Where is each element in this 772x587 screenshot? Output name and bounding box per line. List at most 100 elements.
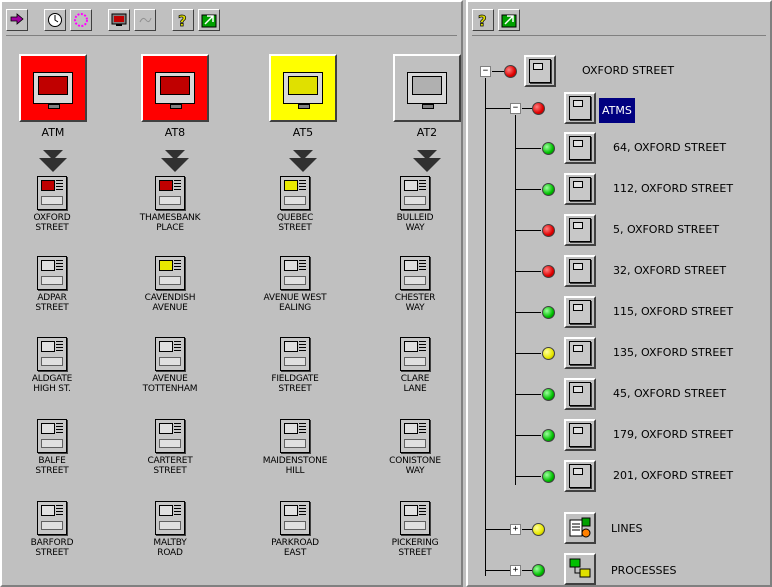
atm-item[interactable]: THAMESBANK PLACE xyxy=(120,176,220,233)
atm-icon[interactable] xyxy=(155,419,185,453)
atm-item[interactable]: AVENUE TOTTENHAM xyxy=(120,337,220,394)
atm-node-icon[interactable] xyxy=(564,296,596,328)
atm-icon[interactable] xyxy=(37,419,67,453)
atm-icon[interactable] xyxy=(280,419,310,453)
collapse-toggle[interactable]: − xyxy=(480,66,491,77)
status-led-icon xyxy=(532,523,545,536)
monitor-button[interactable] xyxy=(108,8,130,31)
atm-icon[interactable] xyxy=(400,501,430,535)
atm-item[interactable]: AVENUE WEST EALING xyxy=(245,256,345,313)
tree-atm-label[interactable]: 64, OXFORD STREET xyxy=(613,141,726,154)
atm-item[interactable]: BALFE STREET xyxy=(2,419,102,476)
atm-icon[interactable] xyxy=(155,176,185,210)
atm-item[interactable]: PARKROAD EAST xyxy=(245,501,345,558)
atm-icon[interactable] xyxy=(400,337,430,371)
exit-icon xyxy=(201,14,217,27)
atm-type-icon[interactable] xyxy=(141,54,209,122)
clock-button[interactable] xyxy=(44,8,66,31)
atm-item[interactable]: CHESTER WAY xyxy=(365,256,465,313)
down-arrow-icon xyxy=(413,150,441,172)
atm-type-icon[interactable] xyxy=(19,54,87,122)
atm-item[interactable]: ALDGATE HIGH ST. xyxy=(2,337,102,394)
down-arrow-icon xyxy=(161,150,189,172)
lines-node-icon[interactable] xyxy=(564,512,596,544)
atm-node-icon[interactable] xyxy=(564,255,596,287)
atm-icon[interactable] xyxy=(280,337,310,371)
tree-root-label[interactable]: OXFORD STREET xyxy=(582,64,674,77)
expand-toggle[interactable]: + xyxy=(510,524,521,535)
atm-item[interactable]: CONISTONE WAY xyxy=(365,419,465,476)
atm-node-icon[interactable] xyxy=(564,419,596,451)
atm-item[interactable]: QUEBEC STREET xyxy=(245,176,345,233)
tree-atm-label[interactable]: 112, OXFORD STREET xyxy=(613,182,733,195)
atm-item[interactable]: CLARE LANE xyxy=(365,337,465,394)
atm-type-label: AT2 xyxy=(416,126,438,139)
atm-icon[interactable] xyxy=(37,501,67,535)
question-mark-icon: ? xyxy=(478,12,487,28)
atm-item[interactable]: OXFORD STREET xyxy=(2,176,102,233)
atm-item[interactable]: MALTBY ROAD xyxy=(120,501,220,558)
atm-type-atm[interactable]: ATM xyxy=(18,54,88,139)
atm-icon[interactable] xyxy=(155,337,185,371)
atm-node-icon[interactable] xyxy=(564,460,596,492)
tree-atm-label[interactable]: 135, OXFORD STREET xyxy=(613,346,733,359)
atm-icon[interactable] xyxy=(37,337,67,371)
atm-node-icon[interactable] xyxy=(564,173,596,205)
tree-atms-label[interactable]: ATMS xyxy=(599,98,635,123)
exit-button[interactable] xyxy=(198,8,220,31)
tree-atm-label[interactable]: 115, OXFORD STREET xyxy=(613,305,733,318)
atm-node-icon[interactable] xyxy=(564,132,596,164)
atm-icon[interactable] xyxy=(280,176,310,210)
atm-label: OXFORD STREET xyxy=(33,213,71,233)
exit-button[interactable] xyxy=(498,8,520,31)
atm-icon[interactable] xyxy=(400,256,430,290)
svg-text:?: ? xyxy=(178,12,187,28)
expand-toggle[interactable]: + xyxy=(510,565,521,576)
atms-node-icon[interactable] xyxy=(564,92,596,124)
tree-atm-label[interactable]: 201, OXFORD STREET xyxy=(613,469,733,482)
atm-icon[interactable] xyxy=(155,256,185,290)
atm-icon[interactable] xyxy=(37,256,67,290)
atm-icon[interactable] xyxy=(155,501,185,535)
atm-item[interactable]: PICKERING STREET xyxy=(365,501,465,558)
atm-type-at5[interactable]: AT5 xyxy=(268,54,338,139)
atm-type-label: ATM xyxy=(41,126,65,139)
atm-item[interactable]: CAVENDISH AVENUE xyxy=(120,256,220,313)
atm-node-icon[interactable] xyxy=(564,337,596,369)
help-button[interactable]: ? xyxy=(172,8,194,31)
tree-atm-label[interactable]: 32, OXFORD STREET xyxy=(613,264,726,277)
status-led-icon xyxy=(542,265,555,278)
tree-atm-label[interactable]: 5, OXFORD STREET xyxy=(613,223,719,236)
atm-node-icon[interactable] xyxy=(564,214,596,246)
refresh-button[interactable] xyxy=(70,8,92,31)
processes-node-icon[interactable] xyxy=(564,553,596,585)
atm-type-icon[interactable] xyxy=(393,54,461,122)
tree-processes-label[interactable]: PROCESSES xyxy=(611,564,676,577)
tree-atm-label[interactable]: 45, OXFORD STREET xyxy=(613,387,726,400)
atm-item[interactable]: BARFORD STREET xyxy=(2,501,102,558)
atm-label: BULLEID WAY xyxy=(396,213,434,233)
atm-node-icon[interactable] xyxy=(524,55,556,87)
atm-item[interactable]: MAIDENSTONE HILL xyxy=(245,419,345,476)
atm-icon[interactable] xyxy=(280,501,310,535)
collapse-toggle[interactable]: − xyxy=(510,103,521,114)
link-button[interactable] xyxy=(134,8,156,31)
atm-type-at2[interactable]: AT2 xyxy=(392,54,462,139)
atm-icon[interactable] xyxy=(400,419,430,453)
back-arrow-button[interactable] xyxy=(6,8,28,31)
atm-item[interactable]: BULLEID WAY xyxy=(365,176,465,233)
atm-icon xyxy=(569,259,591,283)
atm-item[interactable]: CARTERET STREET xyxy=(120,419,220,476)
atm-type-icon[interactable] xyxy=(269,54,337,122)
tree-lines-label[interactable]: LINES xyxy=(611,522,643,535)
atm-icon[interactable] xyxy=(280,256,310,290)
help-button[interactable]: ? xyxy=(472,8,494,31)
atm-type-at8[interactable]: AT8 xyxy=(140,54,210,139)
atm-node-icon[interactable] xyxy=(564,378,596,410)
atm-icon[interactable] xyxy=(37,176,67,210)
atm-item[interactable]: FIELDGATE STREET xyxy=(245,337,345,394)
atm-icon[interactable] xyxy=(400,176,430,210)
tree-atm-label[interactable]: 179, OXFORD STREET xyxy=(613,428,733,441)
atm-item[interactable]: ADPAR STREET xyxy=(2,256,102,313)
atm-overview-pane: ? ATM AT8 AT5 AT2 OXFORD STREET THAMESBA… xyxy=(0,0,463,587)
